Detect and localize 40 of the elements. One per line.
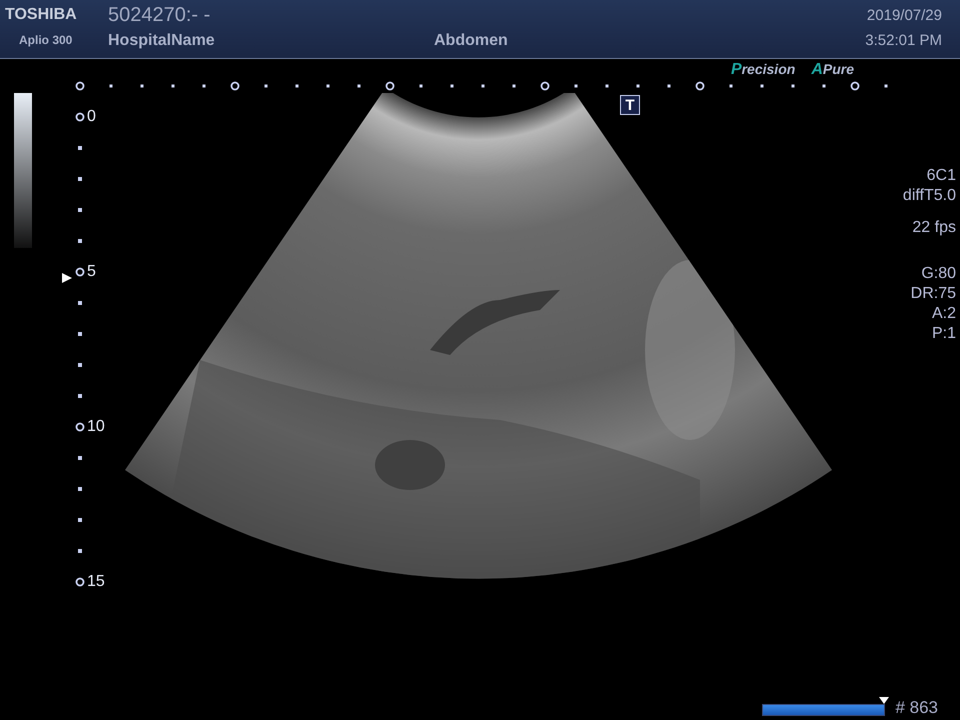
- depth-marker-icon: [75, 422, 85, 432]
- scan-parameter: diffT5.0: [902, 186, 956, 206]
- depth-label: 10: [87, 418, 105, 436]
- depth-label: 0: [87, 108, 96, 126]
- model-name: Aplio 300: [18, 32, 74, 47]
- patient-id: 5024270:- -: [108, 4, 212, 26]
- mode-label: APure: [811, 61, 854, 79]
- scan-parameter: A:2: [932, 304, 956, 324]
- depth-tick-icon: [78, 146, 82, 150]
- depth-tick-icon: [78, 394, 82, 398]
- depth-tick-icon: [78, 238, 82, 242]
- scan-parameter: DR:75: [910, 284, 956, 304]
- frame-counter: # 863: [895, 698, 938, 718]
- depth-tick-icon: [78, 300, 82, 304]
- depth-tick-icon: [78, 362, 82, 366]
- depth-label: 15: [87, 572, 105, 590]
- scan-parameter: P:1: [932, 324, 956, 344]
- exam-preset: Abdomen: [434, 31, 509, 50]
- mode-label: Precision: [730, 61, 796, 79]
- depth-tick-icon: [78, 518, 82, 522]
- depth-label: 5: [87, 262, 96, 280]
- hospital-name: HospitalName: [108, 31, 216, 50]
- focus-marker-icon: [61, 272, 73, 284]
- depth-tick-icon: [78, 332, 82, 336]
- exam-date: 2019/07/29: [866, 6, 943, 24]
- depth-tick-icon: [78, 456, 82, 460]
- depth-tick-icon: [78, 548, 82, 552]
- cine-marker-icon: [879, 697, 890, 704]
- scan-parameter: G:80: [921, 264, 956, 284]
- depth-marker-icon: [75, 112, 85, 122]
- scan-parameter: 6C1: [926, 166, 956, 186]
- depth-marker-icon: [75, 576, 85, 586]
- overlay-badge: T: [620, 95, 640, 115]
- scan-parameter: 22 fps: [912, 218, 956, 238]
- depth-marker-icon: [75, 266, 85, 276]
- depth-tick-icon: [78, 176, 82, 180]
- depth-tick-icon: [78, 486, 82, 490]
- exam-time: 3:52:01 PM: [865, 31, 943, 49]
- depth-tick-icon: [78, 208, 82, 212]
- brand-logo: TOSHIBA: [4, 6, 78, 24]
